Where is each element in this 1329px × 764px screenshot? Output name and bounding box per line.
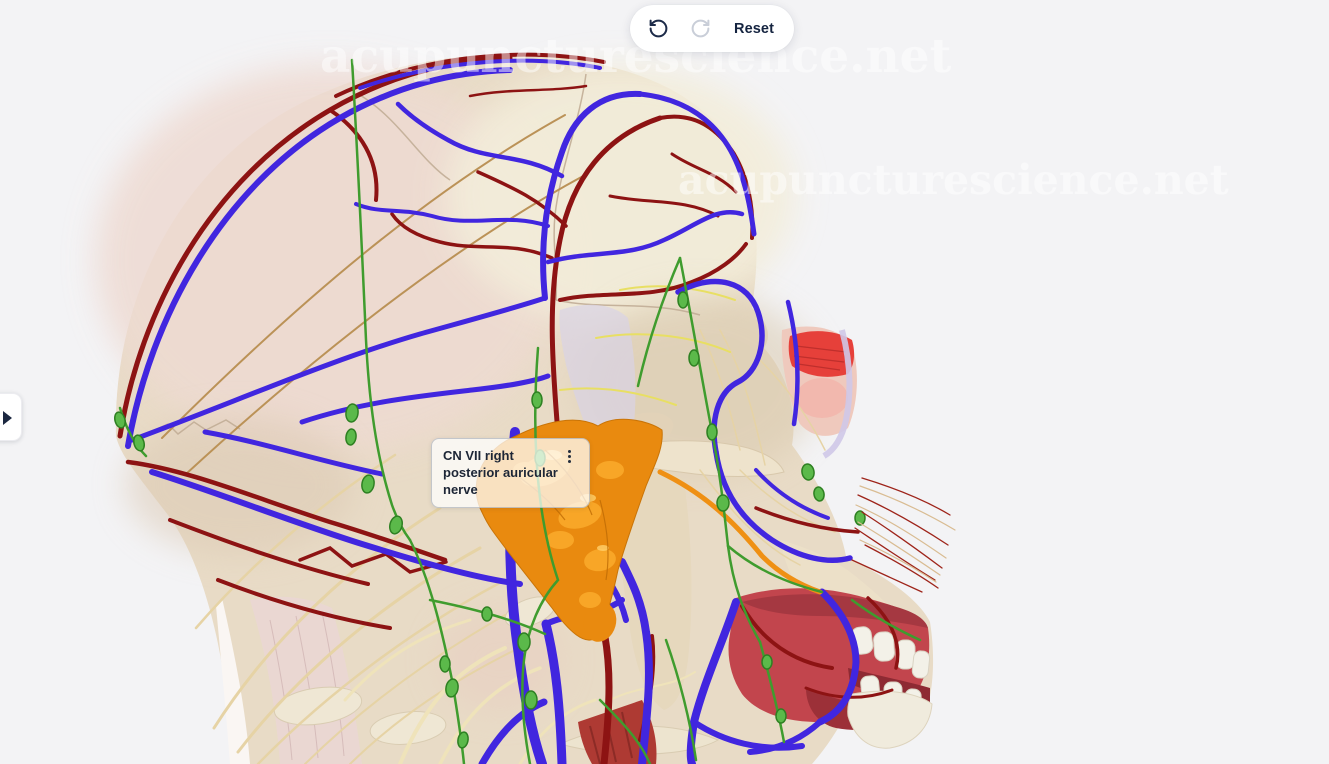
undo-icon [648, 18, 669, 39]
sidebar-expand-toggle[interactable] [0, 393, 22, 441]
undo-button[interactable] [638, 9, 678, 49]
kebab-menu-icon[interactable] [562, 450, 576, 468]
selected-structure-name: CN VII right posterior auricular nerve [443, 448, 558, 497]
selection-tooltip[interactable]: CN VII right posterior auricular nerve [431, 438, 590, 508]
anatomy-3d-viewport[interactable]: acupuncturescience.net acupuncturescienc… [0, 0, 1329, 764]
redo-button[interactable] [680, 9, 720, 49]
expand-panel-arrow-icon [3, 411, 12, 425]
redo-icon [690, 18, 711, 39]
viewer-toolbar: Reset [630, 5, 794, 52]
watermark-text: acupuncturescience.net [678, 156, 1229, 204]
reset-button[interactable]: Reset [722, 13, 782, 45]
anatomy-viewer-app: acupuncturescience.net acupuncturescienc… [0, 0, 1329, 764]
